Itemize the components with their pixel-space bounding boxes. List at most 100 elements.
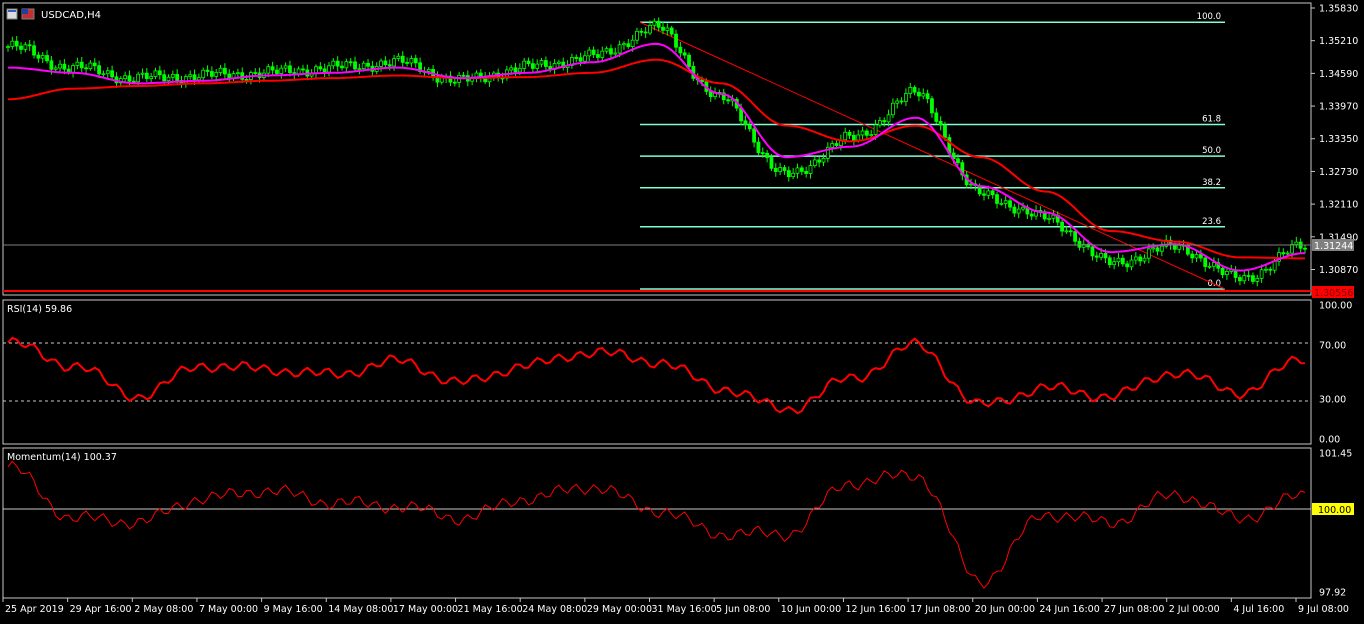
candle-body — [288, 65, 292, 73]
candle-body — [791, 172, 796, 178]
candle-body — [856, 134, 861, 141]
candle-body — [578, 57, 583, 62]
time-tick-label: 2 May 08:00 — [134, 604, 193, 615]
candle-body — [426, 68, 431, 72]
time-tick-label: 10 Jun 00:00 — [781, 604, 841, 615]
candle-body — [1238, 277, 1242, 282]
time-tick-label: 7 May 00:00 — [199, 604, 258, 615]
candle-body — [1073, 231, 1077, 242]
candle-body — [656, 20, 661, 28]
candle-body — [1016, 208, 1021, 214]
candle-body — [1129, 259, 1134, 268]
candle-body — [682, 52, 687, 56]
candle-body — [639, 30, 644, 33]
candle-body — [209, 71, 214, 77]
time-tick-label: 9 May 16:00 — [264, 604, 323, 615]
time-tick-label: 29 Apr 16:00 — [70, 604, 132, 615]
candle-body — [1225, 271, 1229, 275]
rsi-tick-label: 0.00 — [1319, 435, 1340, 446]
candle-body — [62, 63, 67, 70]
candle-body — [270, 66, 275, 71]
momentum-tick-label: 97.92 — [1319, 588, 1346, 599]
candle-body — [609, 48, 613, 55]
candle-body — [1198, 254, 1203, 259]
candle-body — [982, 193, 986, 196]
candle-body — [266, 66, 271, 74]
candle-body — [413, 58, 418, 64]
candle-body — [379, 60, 383, 67]
candle-body — [1151, 247, 1156, 250]
time-tick-label: 9 Jul 08:00 — [1298, 604, 1349, 615]
candle-body — [36, 54, 41, 59]
candle-body — [1090, 246, 1095, 257]
candle-body — [205, 69, 210, 72]
candle-body — [392, 58, 396, 67]
candle-body — [1220, 267, 1225, 275]
candle-body — [760, 152, 765, 155]
candle-body — [327, 65, 331, 73]
rsi-tick-label: 100.00 — [1319, 301, 1352, 312]
candle-body — [348, 61, 353, 64]
candle-body — [110, 70, 115, 78]
candle-body — [218, 67, 223, 73]
candle-body — [756, 141, 761, 154]
fib-level-label: 61.8 — [1202, 115, 1221, 125]
candle-body — [587, 49, 592, 57]
candle-body — [1003, 200, 1008, 204]
price-axis: 1.35830 1.35210 1.34590 1.33970 1.33350 1.327… — [1311, 4, 1358, 276]
time-tick-label: 4 Jul 16:00 — [1233, 604, 1284, 615]
candle-body — [1155, 247, 1160, 252]
price-tick-label: 1.35830 — [1319, 4, 1358, 15]
candle-body — [340, 65, 344, 69]
candle-body — [882, 120, 887, 123]
time-tick-label: 12 Jun 16:00 — [845, 604, 905, 615]
candle-body — [877, 120, 882, 126]
candle-body — [32, 45, 36, 56]
candle-body — [912, 87, 917, 93]
time-tick-label: 2 Jul 00:00 — [1169, 604, 1220, 615]
candle-body — [166, 76, 171, 82]
candle-body — [101, 73, 106, 76]
candle-body — [1177, 244, 1182, 250]
candle-body — [995, 194, 999, 204]
candle-body — [990, 190, 995, 196]
candle-body — [652, 20, 657, 26]
candle-body — [1290, 244, 1294, 254]
candle-body — [1303, 247, 1307, 250]
candle-body — [1125, 263, 1130, 268]
price-tick-label: 1.35210 — [1319, 36, 1358, 47]
candle-body — [600, 50, 605, 58]
candle-body — [1120, 257, 1125, 265]
low-price-label: 1.30556 — [1314, 288, 1353, 299]
candle-body — [1285, 252, 1290, 255]
candle-body — [253, 72, 258, 74]
candle-body — [613, 52, 618, 55]
candle-body — [596, 54, 600, 58]
time-tick-label: 17 Jun 08:00 — [910, 604, 970, 615]
candle-body — [687, 54, 691, 67]
candle-body — [361, 62, 366, 69]
candle-body — [808, 165, 813, 174]
chart-canvas[interactable]: USDCAD,H4 100.061.850.038.223.60.0 1.358… — [0, 0, 1364, 620]
candle-body — [105, 70, 110, 75]
momentum-label: Momentum(14) 100.37 — [7, 452, 117, 463]
price-tick-label: 1.33970 — [1319, 102, 1358, 113]
candle-body — [678, 46, 683, 54]
candle-body — [1012, 206, 1017, 214]
candle-body — [144, 72, 149, 79]
candle-body — [366, 62, 370, 67]
candle-body — [344, 61, 349, 69]
candle-body — [14, 40, 19, 47]
candle-body — [1029, 213, 1034, 217]
candle-body — [986, 190, 991, 196]
candle-body — [509, 67, 514, 71]
candle-body — [357, 68, 362, 70]
rsi-tick-label: 70.00 — [1319, 341, 1346, 352]
time-tick-label: 25 Apr 2019 — [5, 604, 64, 615]
candle-body — [834, 143, 839, 146]
candle-body — [869, 134, 874, 136]
candle-body — [921, 93, 926, 97]
candle-body — [743, 120, 748, 126]
candle-body — [405, 62, 409, 64]
candle-body — [864, 130, 869, 136]
